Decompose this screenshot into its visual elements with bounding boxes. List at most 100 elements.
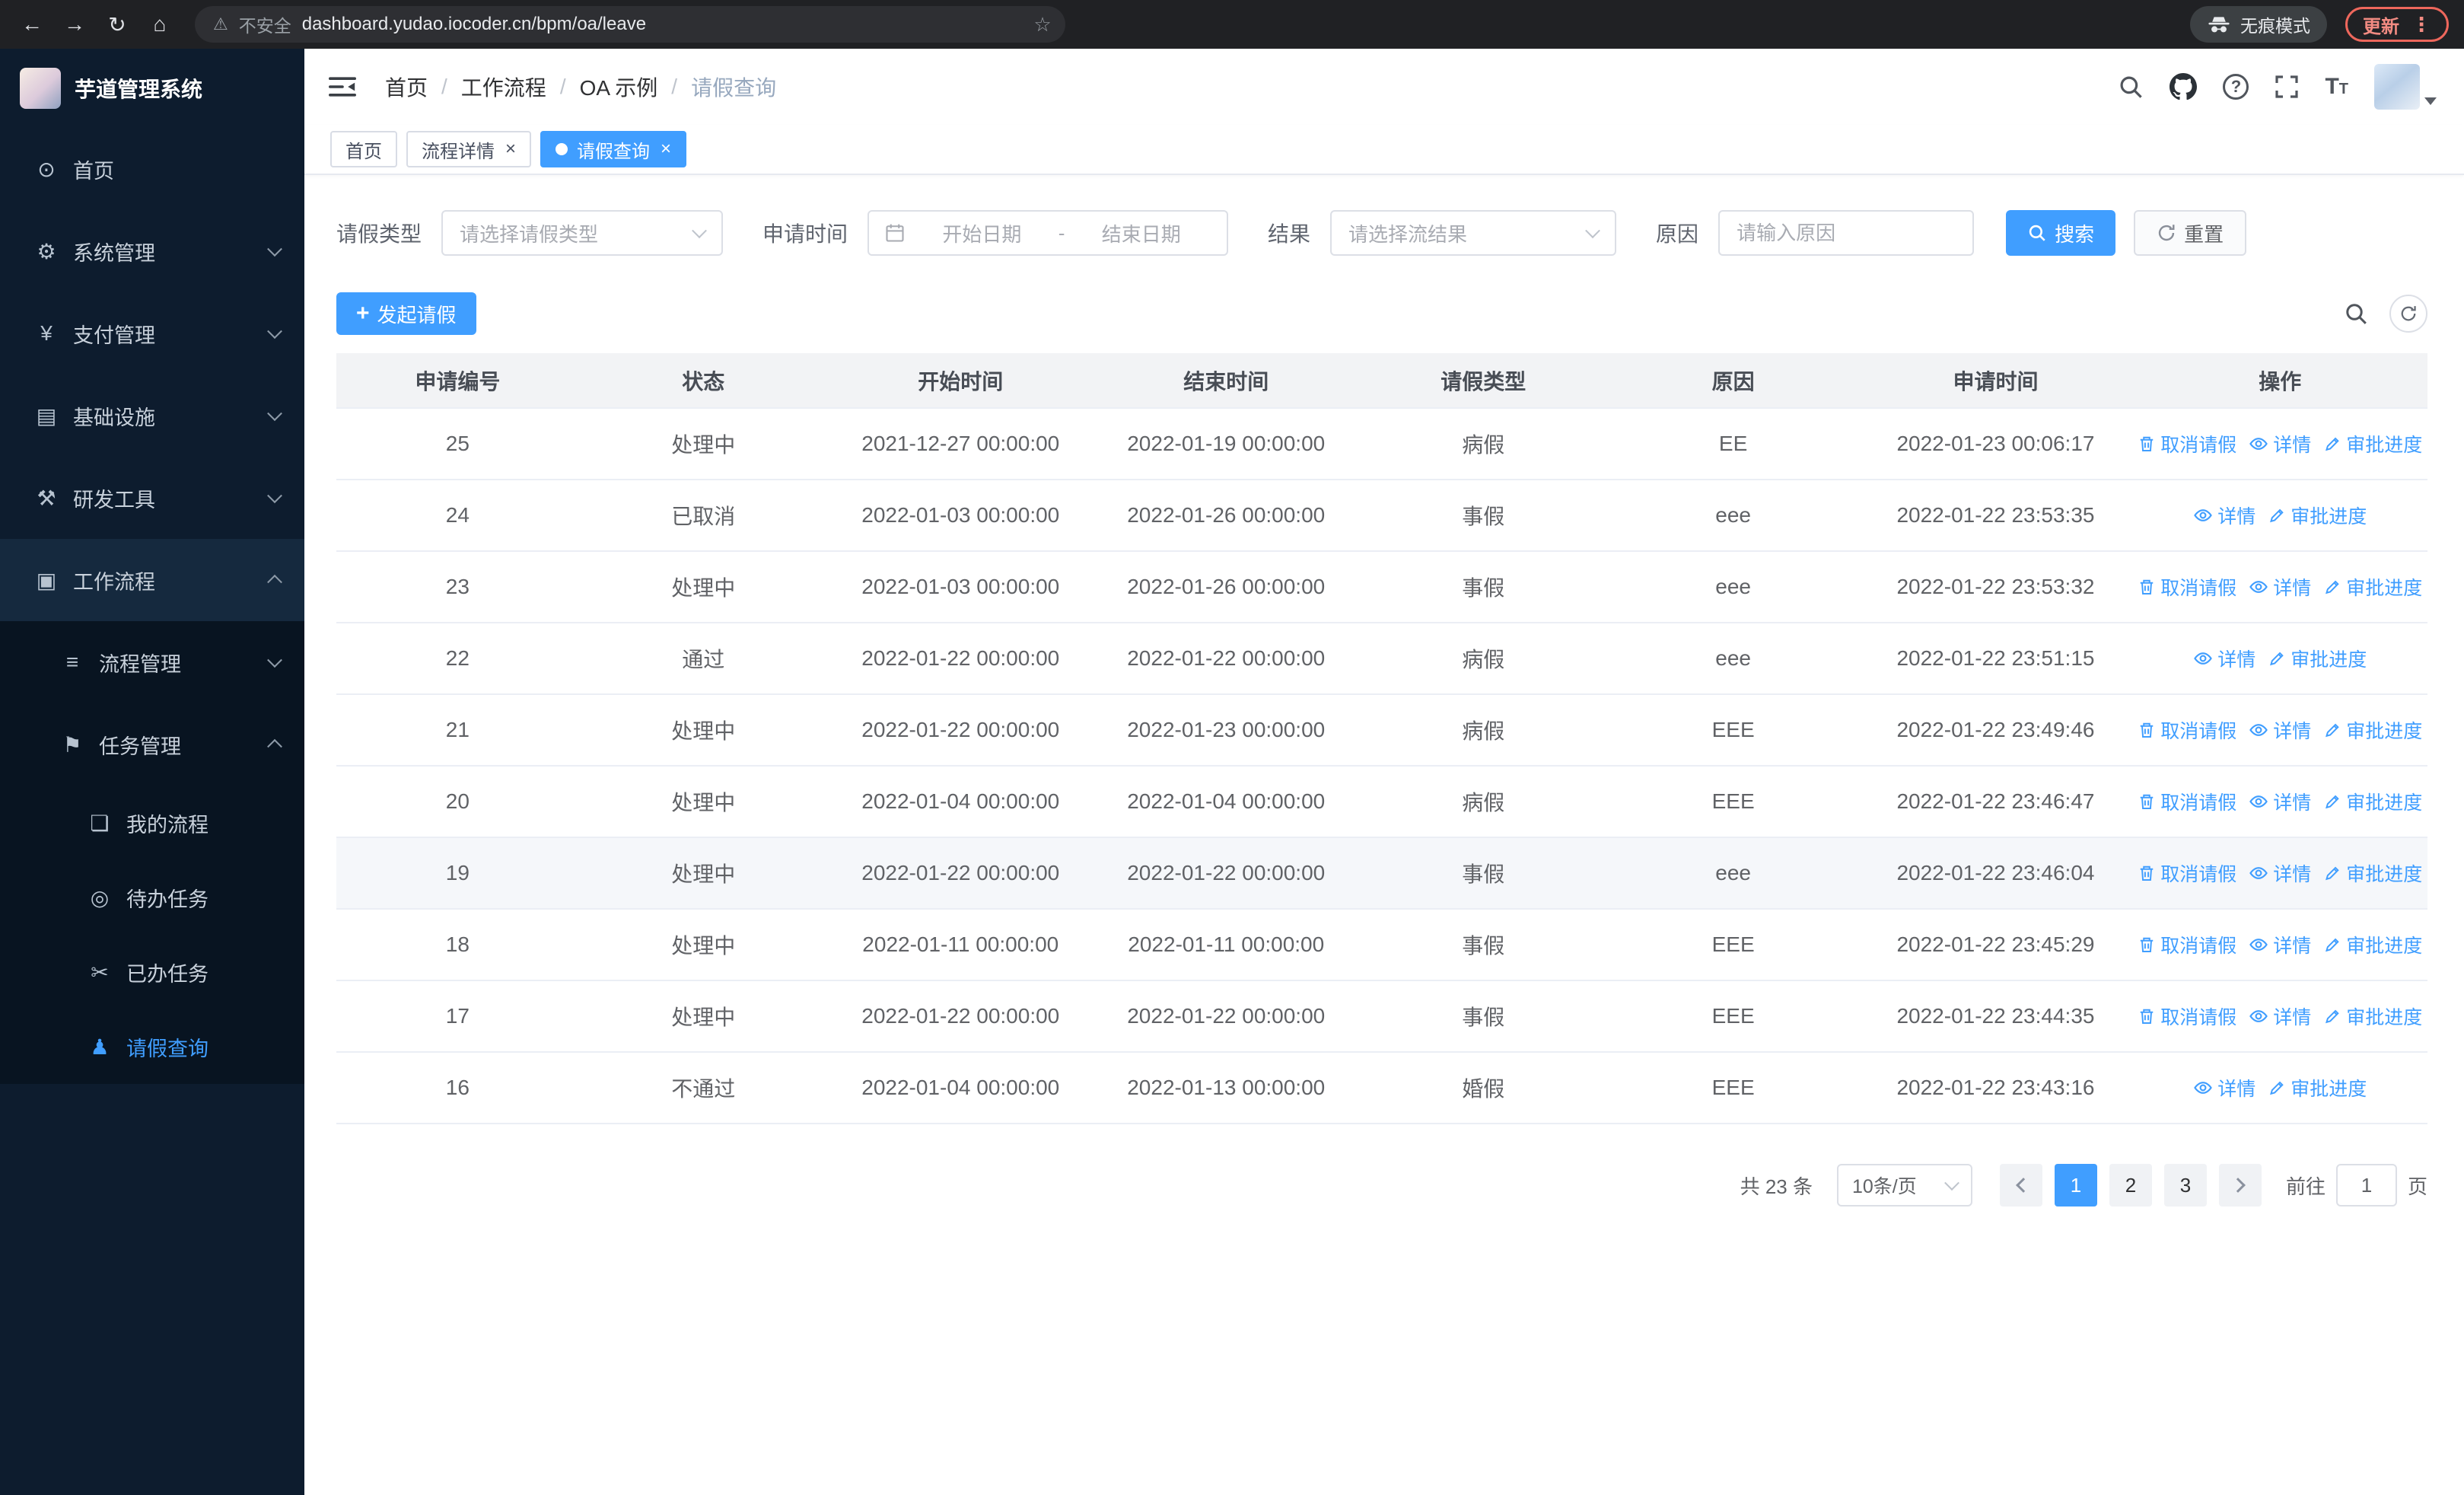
tab-close-icon[interactable]: ×	[505, 140, 516, 158]
cancel-action-link[interactable]: 取消请假	[2138, 1003, 2236, 1030]
sidebar-item-9[interactable]: ❏ 我的流程	[0, 786, 304, 860]
cancel-action-link[interactable]: 取消请假	[2138, 716, 2236, 744]
detail-action-link[interactable]: 详情	[2193, 502, 2255, 529]
progress-action-link[interactable]: 审批进度	[2323, 1003, 2422, 1030]
tools-icon: ⚒	[37, 486, 56, 510]
cancel-action-link[interactable]: 取消请假	[2138, 788, 2236, 815]
cell-status: 通过	[578, 623, 828, 695]
progress-action-link[interactable]: 审批进度	[2268, 502, 2367, 529]
cell-start-time: 2022-01-22 00:00:00	[827, 694, 1094, 767]
breadcrumb-item-1[interactable]: 首页	[385, 72, 428, 102]
sidebar-item-7[interactable]: ≡ 流程管理	[0, 621, 304, 703]
bookmark-star-icon[interactable]: ☆	[1026, 13, 1059, 37]
avatar[interactable]	[2374, 64, 2420, 110]
table-row: 22 通过 2022-01-22 00:00:00 2022-01-22 00:00:…	[336, 623, 2427, 695]
forward-icon[interactable]: →	[58, 8, 91, 41]
reason-input[interactable]	[1718, 210, 1975, 256]
progress-action-link[interactable]: 审批进度	[2268, 645, 2367, 672]
detail-action-link[interactable]: 详情	[2249, 788, 2311, 815]
create-leave-button[interactable]: + 发起请假	[336, 292, 476, 335]
table-row: 18 处理中 2022-01-11 00:00:00 2022-01-11 00:00…	[336, 909, 2427, 981]
breadcrumb-item-2[interactable]: 工作流程	[461, 72, 546, 102]
cancel-action-link[interactable]: 取消请假	[2138, 430, 2236, 457]
progress-action-link[interactable]: 审批进度	[2323, 788, 2422, 815]
breadcrumb-item-3[interactable]: OA 示例	[580, 72, 658, 102]
tab-2[interactable]: 流程详情 ×	[406, 131, 532, 167]
sidebar-item-8[interactable]: ⚑ 任务管理	[0, 703, 304, 786]
detail-action-link[interactable]: 详情	[2249, 1003, 2311, 1030]
update-button[interactable]: 更新 ⋮	[2345, 7, 2449, 42]
sidebar-item-10[interactable]: ◎ 待办任务	[0, 860, 304, 935]
github-icon[interactable]	[2170, 73, 2198, 100]
detail-action-link[interactable]: 详情	[2249, 430, 2311, 457]
cancel-action-link[interactable]: 取消请假	[2138, 931, 2236, 958]
cell-status: 处理中	[578, 766, 828, 838]
reload-icon[interactable]: ↻	[100, 8, 134, 41]
tab-close-icon[interactable]: ×	[661, 140, 671, 158]
progress-action-link[interactable]: 审批进度	[2323, 716, 2422, 744]
page-button-3[interactable]: 3	[2163, 1164, 2207, 1207]
result-select[interactable]: 请选择流结果	[1330, 210, 1617, 256]
progress-action-link[interactable]: 审批进度	[2323, 573, 2422, 601]
reset-button[interactable]: 重置	[2134, 210, 2247, 256]
user-menu[interactable]	[2374, 64, 2437, 110]
next-page-button[interactable]	[2218, 1164, 2262, 1207]
goto-page-input[interactable]	[2335, 1164, 2397, 1207]
detail-action-link[interactable]: 详情	[2193, 1074, 2255, 1101]
fullscreen-icon[interactable]	[2275, 75, 2299, 99]
detail-action-link[interactable]: 详情	[2249, 573, 2311, 601]
chevron-right-icon	[2230, 1178, 2246, 1193]
sidebar-item-5[interactable]: ⚒ 研发工具	[0, 457, 304, 539]
progress-action-link[interactable]: 审批进度	[2268, 1074, 2367, 1101]
page-size-select[interactable]: 10条/页	[1836, 1164, 1972, 1207]
tab-3[interactable]: 请假查询 ×	[540, 131, 687, 167]
cancel-action-link[interactable]: 取消请假	[2138, 573, 2236, 601]
progress-action-link[interactable]: 审批进度	[2323, 931, 2422, 958]
table-row: 23 处理中 2022-01-03 00:00:00 2022-01-26 00:00…	[336, 551, 2427, 623]
cell-reason: eee	[1607, 551, 1859, 623]
cell-apply-time: 2022-01-22 23:45:29	[1858, 909, 2133, 981]
sidebar-item-2[interactable]: ⚙ 系统管理	[0, 210, 304, 292]
sidebar-item-6[interactable]: ▣ 工作流程	[0, 539, 304, 621]
chevron-left-icon	[2016, 1178, 2031, 1193]
address-bar[interactable]: ⚠ 不安全 dashboard.yudao.iocoder.cn/bpm/oa/…	[195, 6, 1065, 43]
toggle-search-icon[interactable]	[2344, 301, 2368, 326]
goto-suffix: 页	[2407, 1175, 2427, 1198]
font-size-icon[interactable]: TT	[2325, 74, 2348, 100]
cell-start-time: 2022-01-03 00:00:00	[827, 551, 1094, 623]
detail-action-link[interactable]: 详情	[2249, 859, 2311, 887]
progress-action-link[interactable]: 审批进度	[2323, 859, 2422, 887]
search-icon[interactable]	[2118, 74, 2144, 100]
help-icon[interactable]: ?	[2223, 74, 2249, 100]
progress-action-link[interactable]: 审批进度	[2323, 430, 2422, 457]
cancel-action-link[interactable]: 取消请假	[2138, 859, 2236, 887]
trash-icon	[2140, 436, 2154, 451]
sidebar-item-12[interactable]: ♟ 请假查询	[0, 1009, 304, 1084]
end-date-placeholder: 结束日期	[1101, 222, 1181, 246]
page-button-2[interactable]: 2	[2109, 1164, 2152, 1207]
chevron-down-icon	[267, 241, 282, 257]
detail-action-link[interactable]: 详情	[2249, 716, 2311, 744]
detail-action-link[interactable]: 详情	[2249, 931, 2311, 958]
refresh-table-icon[interactable]	[2389, 295, 2427, 333]
browser-menu-icon[interactable]: ⋮	[2411, 13, 2431, 37]
column-header-2: 状态	[578, 353, 828, 409]
tab-1[interactable]: 首页	[330, 131, 397, 167]
detail-action-link[interactable]: 详情	[2193, 645, 2255, 672]
prev-page-button[interactable]	[1999, 1164, 2042, 1207]
leave-type-select[interactable]: 请选择请假类型	[441, 210, 724, 256]
sidebar-fold-icon[interactable]	[329, 75, 356, 98]
user-icon: ♟	[90, 1034, 110, 1059]
cell-end-time: 2022-01-11 00:00:00	[1093, 909, 1359, 981]
chevron-down-icon	[692, 223, 707, 239]
cell-actions: 取消请假 详情 审批进度	[2132, 909, 2427, 981]
back-icon[interactable]: ←	[15, 8, 49, 41]
home-icon[interactable]: ⌂	[143, 8, 177, 41]
sidebar-item-1[interactable]: ⊙ 首页	[0, 128, 304, 210]
page-button-1[interactable]: 1	[2054, 1164, 2097, 1207]
apply-time-range-picker[interactable]: 开始日期 - 结束日期	[867, 210, 1229, 256]
sidebar-item-11[interactable]: ✂ 已办任务	[0, 935, 304, 1009]
search-button[interactable]: 搜索	[2006, 210, 2116, 256]
sidebar-item-3[interactable]: ¥ 支付管理	[0, 292, 304, 375]
sidebar-item-4[interactable]: ▤ 基础设施	[0, 375, 304, 457]
